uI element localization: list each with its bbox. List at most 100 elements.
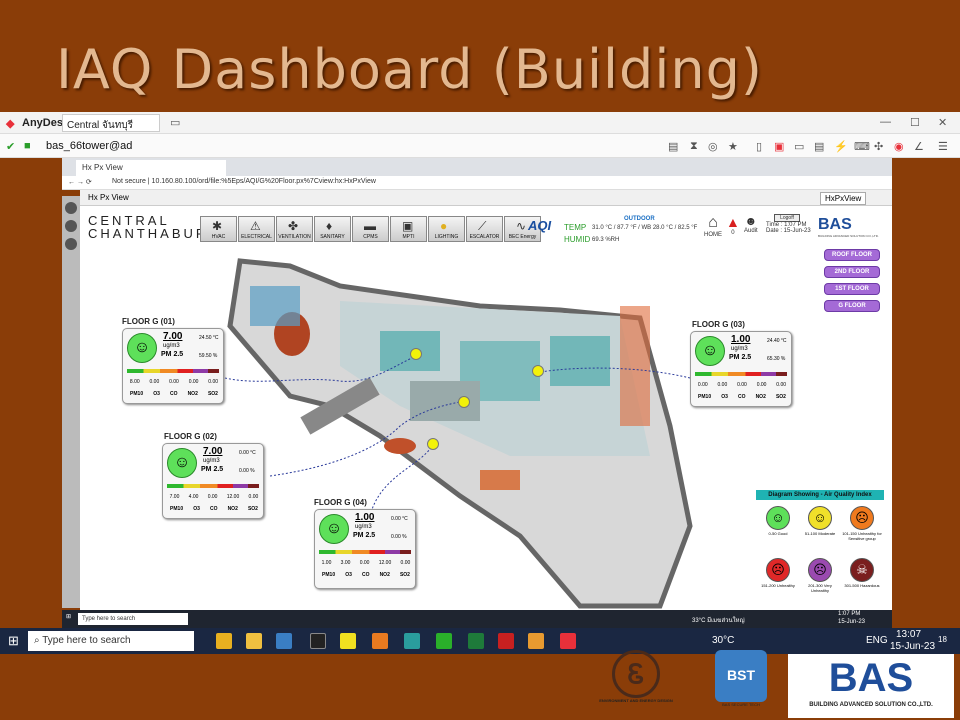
face-icon: ☺: [695, 336, 725, 366]
windows-start-icon[interactable]: ⊞: [8, 633, 19, 649]
folder-icon[interactable]: [246, 633, 262, 649]
windows-start-icon[interactable]: ⊞: [66, 613, 71, 620]
bas-logo-large: BAS BUILDING ADVANCED SOLUTION CO.,LTD.: [788, 654, 954, 718]
file-icon[interactable]: ▯: [756, 140, 762, 153]
remote-left-toolbar: [62, 196, 80, 608]
maximize-icon[interactable]: ☐: [910, 116, 920, 129]
sensor-marker-g04[interactable]: [427, 438, 439, 450]
so2-label: SO2: [775, 394, 786, 400]
partner-logos: Ꮛ ENVIRONMENT AND ENERGY DESIGN BST BAS SE…: [590, 650, 960, 720]
cloud-icon[interactable]: [372, 633, 388, 649]
face-very-unhealthy-icon: ☹: [808, 558, 832, 582]
network-icon[interactable]: [404, 633, 420, 649]
temp-reading: 0.00 °C: [391, 516, 408, 522]
floor-g01-label: FLOOR G (01): [122, 317, 175, 326]
sensor-card-g02[interactable]: ☺ 7.00 ug/m3 PM 2.5 0.00 °C 0.00 % 7.00 4…: [162, 443, 264, 519]
hourglass-icon[interactable]: ⧗: [690, 140, 698, 153]
keyboard-icon[interactable]: ⌨: [854, 140, 870, 153]
pen-icon[interactable]: ∠: [914, 140, 924, 153]
anydesk-address: bas_66tower@ad: [46, 140, 133, 152]
bas-logo-large-mark: BAS: [828, 656, 914, 700]
co-label: CO: [169, 391, 178, 397]
database-icon[interactable]: ◎: [708, 140, 718, 153]
hx-view-bar: Hx Px View HxPxView: [80, 190, 892, 206]
outlook-icon[interactable]: [276, 633, 292, 649]
tools-icon[interactable]: ✣: [874, 140, 883, 153]
floor-g02-label: FLOOR G (02): [164, 432, 217, 441]
sensor-marker-g03[interactable]: [532, 365, 544, 377]
remote-search-placeholder: Type here to search: [82, 616, 136, 622]
taskbar-temp: 30°C: [712, 635, 735, 646]
sticky-notes-icon[interactable]: [340, 633, 356, 649]
sensor-marker-g02[interactable]: [458, 396, 470, 408]
aqi-scale-bar: [319, 550, 411, 554]
face-good-icon: ☺: [766, 506, 790, 530]
so2-value: 0.00: [248, 494, 259, 500]
lightning-icon[interactable]: ⚡: [834, 140, 848, 153]
so2-label: SO2: [399, 572, 410, 578]
tool-icon[interactable]: [65, 238, 77, 250]
anydesk-logo-icon: ◆: [6, 118, 15, 130]
no2-value: 0.00: [188, 379, 199, 385]
legend-label: 51-100 Moderate: [804, 531, 836, 536]
excel-icon[interactable]: [468, 633, 484, 649]
co-value: 0.00: [207, 494, 218, 500]
remote-search-box[interactable]: Type here to search: [78, 613, 188, 625]
session-tab-label: Central จันทบุรี: [67, 120, 134, 131]
tool-icon[interactable]: [65, 202, 77, 214]
browser-tab[interactable]: Hx Px View: [76, 160, 226, 176]
terminal-icon[interactable]: [310, 633, 326, 649]
tool-icon[interactable]: [65, 220, 77, 232]
aqi-unit: ug/m3: [203, 458, 220, 464]
taskbar-lang[interactable]: ENG: [866, 635, 888, 646]
bst-logo: BST BAS SECURE TECH: [708, 650, 774, 716]
message-icon[interactable]: ▤: [814, 140, 824, 153]
o3-value: 0.00: [149, 379, 160, 385]
star-icon[interactable]: ★: [728, 140, 738, 153]
aqi-scale-bar: [127, 369, 219, 373]
temp-reading: 24.40 °C: [767, 338, 787, 344]
floor-g03-label: FLOOR G (03): [692, 320, 745, 329]
humid-reading: 0.00 %: [391, 534, 407, 540]
legend-item-good: ☺ 0-50 Good: [758, 506, 798, 536]
record-icon[interactable]: ◉: [894, 140, 904, 153]
aqi-value: 7.00: [163, 331, 183, 342]
sensor-card-g03[interactable]: ☺ 1.00 ug/m3 PM 2.5 24.40 °C 65.30 % 0.0…: [690, 331, 792, 407]
anydesk-session-tab[interactable]: Central จันทบุรี: [62, 114, 160, 132]
monitor-icon[interactable]: ▭: [794, 140, 804, 153]
no2-label: NO2: [187, 391, 198, 397]
minimize-icon[interactable]: —: [880, 116, 891, 128]
remote-browser-urlbar[interactable]: ← → ⟳ Not secure | 10.160.80.100/ord/fil…: [62, 176, 892, 190]
sensor-card-g01[interactable]: ☺ 7.00 ug/m3 PM 2.5 24.50 °C 59.50 % 8.0…: [122, 328, 224, 404]
ee-logo: Ꮛ ENVIRONMENT AND ENERGY DESIGN: [596, 650, 676, 716]
so2-label: SO2: [247, 506, 258, 512]
legend-label: 0-50 Good: [768, 531, 788, 536]
app-icon[interactable]: [528, 633, 544, 649]
new-tab-icon[interactable]: ▭: [170, 116, 180, 129]
o3-label: O3: [345, 572, 352, 578]
o3-value: 3.00: [340, 560, 351, 566]
co-label: CO: [361, 572, 370, 578]
anydesk-icon[interactable]: [560, 633, 576, 649]
close-icon[interactable]: ✕: [938, 116, 947, 129]
chrome-icon[interactable]: [216, 633, 232, 649]
taskbar-search-box[interactable]: ⌕ Type here to search: [28, 631, 194, 651]
menu-icon[interactable]: ☰: [938, 140, 948, 153]
notification-badge[interactable]: 18: [938, 635, 947, 644]
face-hazardous-icon: ☠: [850, 558, 874, 582]
pm10-label: PM10: [170, 506, 184, 512]
sensor-card-g04[interactable]: ☺ 1.00 ug/m3 PM 2.5 0.00 °C 0.00 % 1.00 3…: [314, 509, 416, 589]
pm10-label: PM10: [698, 394, 712, 400]
display-icon[interactable]: ▣: [774, 140, 784, 153]
search-icon: ⌕: [34, 635, 43, 646]
view-select[interactable]: HxPxView: [820, 192, 867, 205]
acrobat-icon[interactable]: [498, 633, 514, 649]
so2-value: 0.00: [400, 560, 411, 566]
nav-arrows-icon[interactable]: ← → ⟳: [68, 178, 92, 186]
line-icon[interactable]: [436, 633, 452, 649]
floor-g04-label: FLOOR G (04): [314, 498, 367, 507]
chat-icon[interactable]: ▤: [668, 140, 678, 153]
sensor-marker-g01[interactable]: [410, 348, 422, 360]
aqi-unit: ug/m3: [731, 346, 748, 352]
o3-label: O3: [721, 394, 728, 400]
